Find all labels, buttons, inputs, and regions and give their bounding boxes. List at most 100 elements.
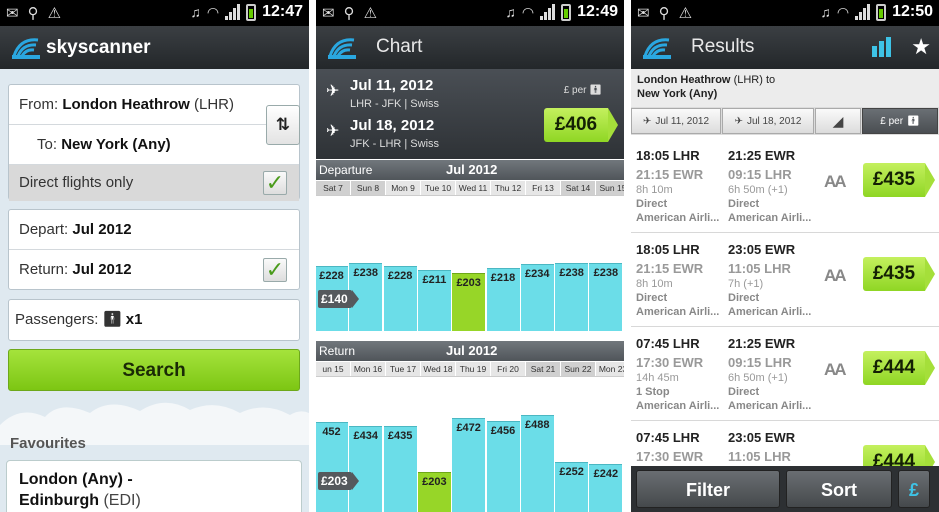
day-cell[interactable]: Sat 14 xyxy=(561,181,595,195)
favourites-heading: Favourites xyxy=(10,435,86,452)
chart-bar[interactable]: £434 xyxy=(349,426,383,512)
usb-icon: ⚲ xyxy=(343,5,355,22)
day-cell[interactable]: Thu 12 xyxy=(491,181,525,195)
day-cell[interactable]: Wed 11 xyxy=(456,181,490,195)
day-cell[interactable]: un 15 xyxy=(316,362,350,376)
return-checkbox[interactable]: ✓ xyxy=(263,258,287,282)
to-field[interactable]: To: New York (Any) xyxy=(9,125,299,165)
return-depart: 23:05 EWR xyxy=(728,430,796,445)
day-cell[interactable]: Sat 21 xyxy=(526,362,560,376)
star-icon[interactable]: ★ xyxy=(911,34,931,60)
return-arrive: 09:15 LHR xyxy=(728,167,792,182)
chart-bar[interactable]: £456 xyxy=(486,421,520,512)
passengers-field[interactable]: Passengers: 🚹︎ x1 xyxy=(9,300,299,340)
depart-field[interactable]: Depart: Jul 2012 xyxy=(9,210,299,250)
day-cell[interactable]: Fri 13 xyxy=(526,181,560,195)
status-bar: ✉ ⚲ ⚠ ♫ ◠ 12:50 xyxy=(631,0,939,26)
day-cell[interactable]: Tue 17 xyxy=(386,362,420,376)
person-icon: 🚹︎ xyxy=(907,115,920,127)
chart-bar[interactable]: £238 xyxy=(589,263,623,331)
route-from: London Heathrow xyxy=(637,74,731,86)
result-price[interactable]: £435 xyxy=(863,257,935,291)
per-person-chip[interactable]: £ per 🚹︎ xyxy=(862,108,938,134)
day-cell[interactable]: Mon 23 xyxy=(596,362,624,376)
bar-label: 452 xyxy=(322,426,341,438)
day-cell[interactable]: Sun 22 xyxy=(561,362,595,376)
from-field[interactable]: From: London Heathrow (LHR) xyxy=(9,85,299,125)
chart-bar[interactable]: £252 xyxy=(555,462,589,512)
day-cell[interactable]: Fri 20 xyxy=(491,362,525,376)
chart-bar[interactable]: £211 xyxy=(417,270,451,331)
chart-bar[interactable]: £488 xyxy=(520,415,554,512)
return-arrive: 09:15 LHR xyxy=(728,355,792,370)
skyscanner-logo-icon[interactable] xyxy=(641,32,673,62)
itinerary-summary[interactable]: ✈ Jul 11, 2012 LHR - JFK | Swiss ✈ Jul 1… xyxy=(316,69,624,159)
bar-label: £488 xyxy=(525,419,550,431)
day-cell[interactable]: Tue 10 xyxy=(421,181,455,195)
route-to: New York (Any) xyxy=(637,88,718,100)
day-cell[interactable]: Sun 8 xyxy=(351,181,385,195)
return-date-chip[interactable]: ✈ Jul 18, 2012 xyxy=(722,108,814,134)
wifi-icon: ◠ xyxy=(836,3,850,20)
person-icon: 🚹︎ xyxy=(102,311,122,328)
price-tag[interactable]: £406 xyxy=(544,108,618,142)
page-title: Results xyxy=(691,36,755,57)
search-button[interactable]: Search xyxy=(8,349,300,391)
from-label: From: xyxy=(19,96,59,113)
day-cell[interactable]: Thu 19 xyxy=(456,362,490,376)
results-screen: ✉ ⚲ ⚠ ♫ ◠ 12:50 Results ★ London Heathrow … xyxy=(631,0,939,512)
sort-button[interactable]: Sort xyxy=(786,470,892,508)
outbound-arrive: 21:15 EWR xyxy=(636,167,704,182)
chart-bar[interactable]: £238 xyxy=(555,263,589,331)
app-bar: skyscanner xyxy=(0,26,309,69)
filter-button[interactable]: Filter xyxy=(636,470,780,508)
result-price[interactable]: £435 xyxy=(863,163,935,197)
brand-name: skyscanner xyxy=(46,37,151,58)
result-row[interactable]: 18:05 LHR 21:15 EWR 8h 10m Direct American A… xyxy=(631,140,939,233)
departure-month: Jul 2012 xyxy=(446,162,498,177)
mail-icon: ✉ xyxy=(322,5,335,22)
chart-icon[interactable] xyxy=(871,36,893,58)
chart-bar[interactable]: £435 xyxy=(383,426,417,512)
result-row[interactable]: 18:05 LHR 21:15 EWR 8h 10m Direct American A… xyxy=(631,234,939,327)
favourite-item[interactable]: London (Any) - Edinburgh (EDI) xyxy=(6,460,302,512)
app-bar: Results ★ xyxy=(631,26,939,69)
chart-bar[interactable]: £203 xyxy=(417,472,451,512)
day-cell[interactable]: Sun 15 xyxy=(596,181,624,195)
day-cell[interactable]: Sat 7 xyxy=(316,181,350,195)
cabin-class-chip[interactable]: ◢ xyxy=(815,108,861,134)
currency-button[interactable]: £ xyxy=(898,470,930,508)
return-label: Return: xyxy=(19,261,69,278)
departure-day-strip[interactable]: Sat 7 Sun 8 Mon 9 Tue 10 Wed 11 Thu 12 Fri 13 S… xyxy=(316,180,624,196)
outbound-column: 07:45 LHR 17:30 EWR 14h 45m 1 Stop American … xyxy=(636,334,719,413)
chart-bar[interactable]: £472 xyxy=(452,418,486,512)
chart-bar[interactable]: £234 xyxy=(520,264,554,331)
return-field[interactable]: Return: Jul 2012 ✓ xyxy=(9,250,299,290)
return-day-strip[interactable]: un 15 Mon 16 Tue 17 Wed 18 Thu 19 Fri 20 Sat 2… xyxy=(316,361,624,377)
chart-bar[interactable]: £203 xyxy=(452,273,486,331)
chart-bar[interactable]: £218 xyxy=(486,268,520,331)
departure-chart: £228 £238 £228 £211 £203 £218 £234 £238 £238 £140 xyxy=(316,196,624,331)
direct-flights-row[interactable]: Direct flights only ✓ xyxy=(9,165,299,201)
music-icon: ♫ xyxy=(820,4,831,20)
result-row[interactable]: 07:45 LHR 17:30 EWR 14h 45m 1 Stop American … xyxy=(631,328,939,421)
direct-flights-checkbox[interactable]: ✓ xyxy=(263,171,287,195)
return-duration: 6h 50m (+1) xyxy=(728,184,788,196)
day-cell[interactable]: Mon 9 xyxy=(386,181,420,195)
chart-bar[interactable]: £228 xyxy=(383,266,417,331)
day-cell[interactable]: Wed 18 xyxy=(421,362,455,376)
outbound-date-chip[interactable]: ✈ Jul 11, 2012 xyxy=(631,108,721,134)
swap-route-button[interactable]: ⇅ xyxy=(266,105,300,145)
usb-icon: ⚲ xyxy=(27,5,39,22)
bar-label: £435 xyxy=(387,430,413,442)
day-cell[interactable]: Mon 16 xyxy=(351,362,385,376)
depart-label: Depart: xyxy=(19,221,69,238)
chart-bar[interactable]: £242 xyxy=(589,464,623,512)
route-card: From: London Heathrow (LHR) To: New York… xyxy=(8,84,300,201)
bar-label: £238 xyxy=(559,267,584,279)
direct-flights-label: Direct flights only xyxy=(19,174,134,191)
result-price[interactable]: £444 xyxy=(863,351,935,385)
chart-bar[interactable]: 452 xyxy=(316,422,348,512)
skyscanner-logo-icon[interactable] xyxy=(326,32,358,62)
return-column: 23:05 EWR 11:05 LHR 7h (+1) Direct American … xyxy=(728,240,811,319)
